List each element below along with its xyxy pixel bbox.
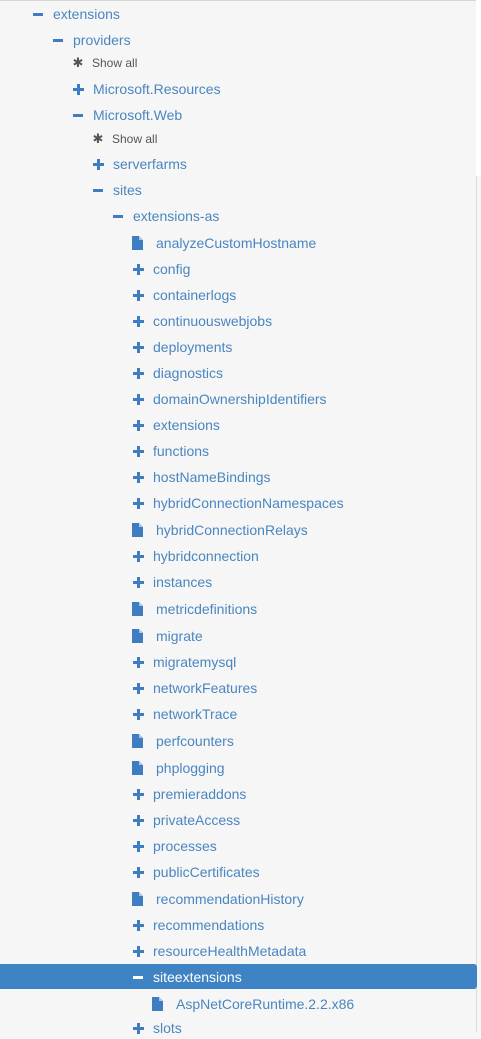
tree-item-label: hybridconnection	[153, 548, 259, 564]
scrollbar-track[interactable]	[476, 176, 477, 1032]
tree-item-label: resourceHealthMetadata	[153, 943, 307, 959]
expand-icon[interactable]	[132, 388, 144, 410]
expand-icon[interactable]	[72, 78, 84, 100]
expand-icon[interactable]	[132, 940, 144, 962]
tree-item-label: metricdefinitions	[156, 601, 258, 617]
scroll-gutter	[476, 0, 481, 176]
tree-item-label: providers	[73, 32, 131, 48]
expand-icon[interactable]	[132, 284, 144, 306]
expand-icon[interactable]	[132, 914, 144, 936]
tree-item-label: hostNameBindings	[153, 469, 271, 485]
file-icon	[131, 757, 143, 779]
tree-item-label: networkFeatures	[153, 680, 258, 696]
tree-item-label: analyzeCustomHostname	[156, 235, 317, 251]
tree-item-label: Microsoft.Resources	[93, 81, 221, 97]
expand-icon[interactable]	[132, 809, 144, 831]
tree-item-label: sites	[113, 182, 142, 198]
expand-icon[interactable]	[132, 362, 144, 384]
collapse-icon[interactable]	[72, 104, 84, 126]
tree-item-label: extensions-as	[133, 208, 220, 224]
expand-icon[interactable]	[132, 861, 144, 883]
tree-item-label: privateAccess	[153, 812, 241, 828]
tree-item-label: processes	[153, 838, 217, 854]
collapse-icon[interactable]	[32, 3, 44, 25]
file-icon	[131, 888, 143, 910]
tree-item-label: containerlogs	[153, 287, 237, 303]
asterisk-icon: ✱	[72, 55, 84, 70]
tree-item-label: premieraddons	[153, 786, 247, 802]
expand-icon[interactable]	[132, 336, 144, 358]
tree-item-label: recommendationHistory	[156, 891, 304, 907]
tree-item-label: functions	[153, 443, 210, 459]
expand-icon[interactable]	[132, 651, 144, 673]
tree-item-label: Microsoft.Web	[93, 107, 183, 123]
resource-tree: extensions providers ✱ Show all Microsoft.Re…	[0, 0, 476, 1036]
tree-item-label: hybridConnectionNamespaces	[153, 495, 344, 511]
collapse-icon[interactable]	[112, 205, 124, 227]
expand-icon[interactable]	[132, 783, 144, 805]
tree-item-label: deployments	[153, 339, 233, 355]
expand-icon[interactable]	[132, 440, 144, 462]
file-icon	[131, 232, 143, 254]
tree-item-label: phplogging	[156, 760, 225, 776]
tree-item-label: config	[153, 261, 191, 277]
tree-item-label: domainOwnershipIdentifiers	[153, 391, 327, 407]
file-icon	[131, 730, 143, 752]
collapse-icon[interactable]	[52, 29, 64, 51]
expand-icon[interactable]	[92, 153, 104, 175]
file-icon	[151, 993, 163, 1015]
file-icon	[131, 598, 143, 620]
asterisk-icon: ✱	[92, 131, 104, 146]
expand-icon[interactable]	[132, 835, 144, 857]
tree-item-label: migratemysql	[153, 654, 237, 670]
tree-item-label: siteextensions	[153, 969, 242, 985]
tree-item-label: recommendations	[153, 917, 265, 933]
tree-item-label: extensions	[53, 6, 120, 22]
collapse-icon[interactable]	[92, 179, 104, 201]
tree-item-label: serverfarms	[113, 156, 187, 172]
tree-item-label: publicCertificates	[153, 864, 260, 880]
tree-item-label: hybridConnectionRelays	[156, 522, 308, 538]
tree-item-label: extensions	[153, 417, 220, 433]
tree-item-label: networkTrace	[153, 706, 238, 722]
file-icon	[131, 519, 143, 541]
tree-item-label: slots	[153, 1020, 182, 1036]
tree-item-label: AspNetCoreRuntime.2.2.x86	[176, 996, 355, 1012]
expand-icon[interactable]	[132, 466, 144, 488]
tree-item-label: instances	[153, 574, 213, 590]
tree-item-label: continuouswebjobs	[153, 313, 273, 329]
expand-icon[interactable]	[132, 1017, 144, 1039]
expand-icon[interactable]	[132, 571, 144, 593]
expand-icon[interactable]	[132, 492, 144, 514]
tree-item-label: Show all	[112, 132, 158, 146]
expand-icon[interactable]	[132, 703, 144, 725]
expand-icon[interactable]	[132, 414, 144, 436]
tree-item-label: diagnostics	[153, 365, 224, 381]
expand-icon[interactable]	[132, 310, 144, 332]
expand-icon[interactable]	[132, 258, 144, 280]
expand-icon[interactable]	[132, 545, 144, 567]
file-icon	[131, 625, 143, 647]
expand-icon[interactable]	[132, 677, 144, 699]
tree-item-label: perfcounters	[156, 733, 234, 749]
collapse-icon[interactable]	[132, 966, 144, 988]
tree-item-label: migrate	[156, 628, 203, 644]
tree-item-label: Show all	[92, 56, 138, 70]
